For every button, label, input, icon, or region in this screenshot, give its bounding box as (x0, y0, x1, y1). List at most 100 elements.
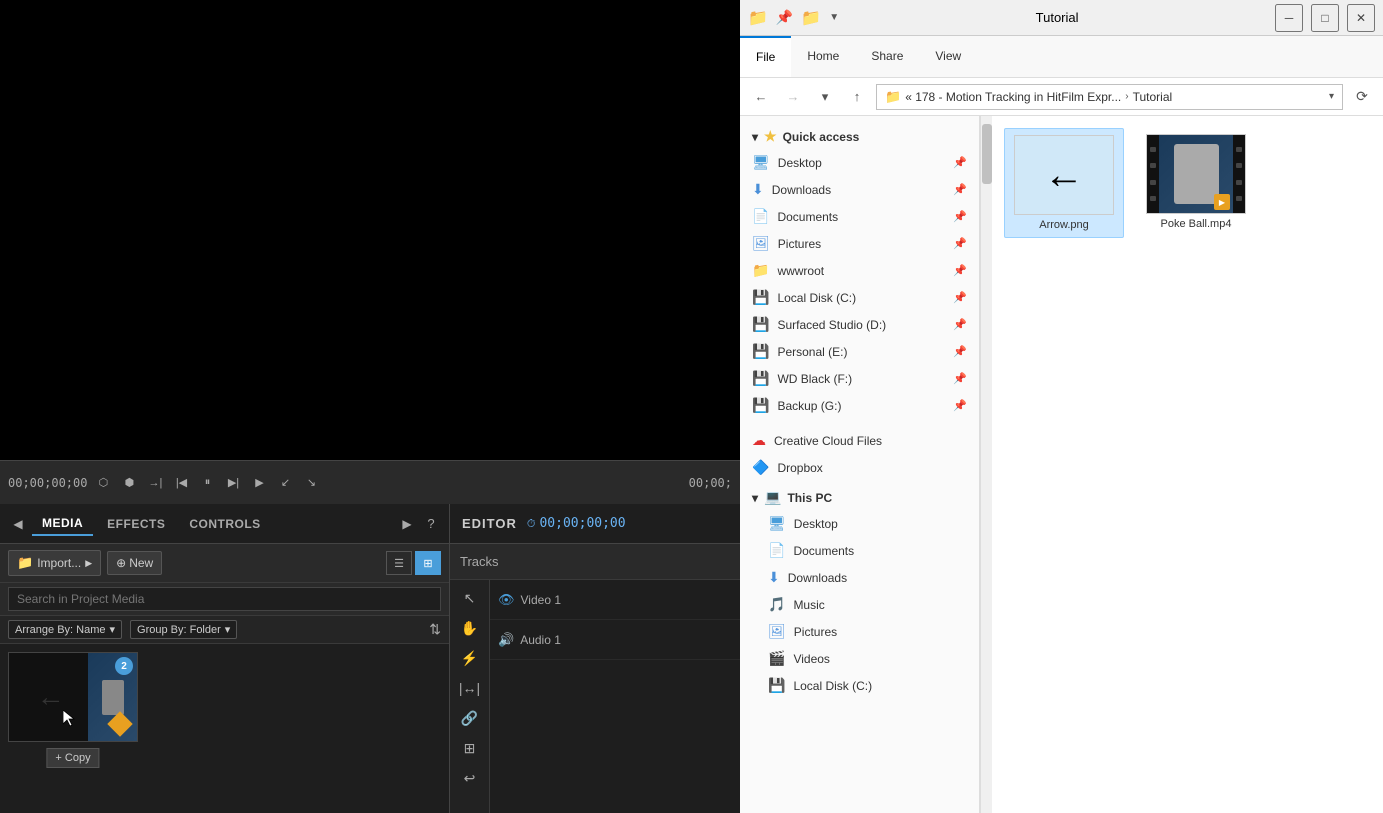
up-button[interactable]: ↑ (844, 84, 870, 110)
next-frame-btn[interactable]: ▶| (223, 473, 243, 493)
media-content: ← 2 (0, 644, 449, 813)
mute-btn[interactable]: ↩ (456, 764, 484, 792)
wwwroot-icon: 📁 (752, 262, 769, 279)
trim-in-btn[interactable]: ⬡ (93, 473, 113, 493)
mark-out-btn[interactable]: ↘ (301, 473, 321, 493)
this-pc-local-label: Local Disk (C:) (793, 679, 872, 693)
ribbon-tab-file[interactable]: File (740, 36, 791, 77)
poke-ball-preview: ▶ (1147, 135, 1245, 213)
thumb-arrow-icon: ← (37, 681, 65, 713)
sidebar-item-dropbox[interactable]: 🔷 Dropbox (740, 454, 979, 481)
film-strip-right (1233, 135, 1245, 213)
sidebar-this-pc-pictures[interactable]: 🖼 Pictures (740, 618, 979, 645)
stop-btn[interactable]: ⏸ (197, 473, 217, 493)
surfaced-studio-label: Surfaced Studio (D:) (777, 318, 886, 332)
local-disk-label: Local Disk (C:) (777, 291, 856, 305)
ribbon-tab-share[interactable]: Share (855, 36, 919, 77)
sidebar-item-creative-cloud[interactable]: ☁ Creative Cloud Files (740, 427, 979, 454)
ribbon-tab-home[interactable]: Home (791, 36, 855, 77)
this-pc-docs-label: Documents (793, 544, 854, 558)
editor-panel: EDITOR ⏱ 00;00;00;00 Tracks ↖ ✋ ⚡ |↔| 🔗 … (450, 504, 740, 813)
sidebar-this-pc-local[interactable]: 💾 Local Disk (C:) (740, 672, 979, 699)
video1-eye-icon[interactable]: 👁 (498, 592, 515, 608)
sidebar-item-pictures[interactable]: 🖼 Pictures 📌 (740, 230, 979, 257)
backup-icon: 💾 (752, 397, 769, 414)
local-disk-icon: 💾 (752, 289, 769, 306)
grid-view-btn[interactable]: ⊞ (415, 551, 441, 575)
dropdown-nav-btn[interactable]: ▾ (812, 84, 838, 110)
close-button[interactable]: ✕ (1347, 4, 1375, 32)
trim-out-btn[interactable]: ⬢ (119, 473, 139, 493)
sidebar-this-pc-downloads[interactable]: ⬇ Downloads (740, 564, 979, 591)
sidebar-item-wwwroot[interactable]: 📁 wwwroot 📌 (740, 257, 979, 284)
timecode-display: ⏱ 00;00;00;00 (527, 516, 626, 531)
view-buttons: ☰ ⊞ (386, 551, 441, 575)
sidebar-this-pc-videos[interactable]: 🎬 Videos (740, 645, 979, 672)
sidebar-item-wd-black[interactable]: 💾 WD Black (F:) 📌 (740, 365, 979, 392)
audio1-speaker-icon[interactable]: 🔊 (498, 632, 514, 648)
folder-icon: 📁 (17, 555, 33, 571)
media-thumb-item[interactable]: ← 2 (8, 652, 138, 744)
media-thumb[interactable]: ← 2 (8, 652, 138, 742)
editor-tracks-area: 👁 Video 1 🔊 Audio 1 (490, 580, 740, 813)
file-item-arrow-png[interactable]: ← Arrow.png (1004, 128, 1124, 238)
file-item-poke-ball-mp4[interactable]: ▶ Poke Ball.mp4 (1136, 128, 1256, 238)
quick-access-header[interactable]: ▾ ★ Quick access (740, 120, 979, 149)
link-btn[interactable]: 🔗 (456, 704, 484, 732)
ribbon-tab-view[interactable]: View (919, 36, 977, 77)
maximize-button[interactable]: □ (1311, 4, 1339, 32)
sidebar-item-personal[interactable]: 💾 Personal (E:) 📌 (740, 338, 979, 365)
sidebar-item-desktop[interactable]: 🖥 Desktop 📌 (740, 149, 979, 176)
refresh-button[interactable]: ⟳ (1349, 84, 1375, 110)
tab-media[interactable]: MEDIA (32, 512, 93, 536)
help-btn[interactable]: ? (421, 514, 441, 534)
snap-btn[interactable]: |↔| (456, 674, 484, 702)
forward-button[interactable]: → (780, 84, 806, 110)
sidebar-item-documents[interactable]: 📄 Documents 📌 (740, 203, 979, 230)
sidebar-this-pc-music[interactable]: 🎵 Music (740, 591, 979, 618)
next-tab-btn[interactable]: ▶ (397, 514, 417, 534)
audio1-track: 🔊 Audio 1 (490, 620, 740, 660)
play-btn[interactable]: ▶ (249, 473, 269, 493)
sidebar-this-pc-desktop[interactable]: 🖥 Desktop (740, 510, 979, 537)
sidebar-item-downloads[interactable]: ⬇ Downloads 📌 (740, 176, 979, 203)
import-label: Import... (37, 556, 81, 570)
select-tool-btn[interactable]: ↖ (456, 584, 484, 612)
hand-tool-btn[interactable]: ✋ (456, 614, 484, 642)
arrange-bar: Arrange By: Name ▾ Group By: Folder ▾ ⇅ (0, 616, 449, 644)
this-pc-music-icon: 🎵 (768, 596, 785, 613)
arrow-png-thumb: ← (1014, 135, 1114, 215)
list-view-btn[interactable]: ☰ (386, 551, 412, 575)
group-chevron-icon: ▾ (225, 623, 231, 636)
editor-header: EDITOR ⏱ 00;00;00;00 (450, 504, 740, 544)
ripple-tool-btn[interactable]: ⚡ (456, 644, 484, 672)
tab-effects[interactable]: EFFECTS (97, 513, 175, 535)
insert-btn[interactable]: →| (145, 473, 165, 493)
prev-tab-btn[interactable]: ◀ (8, 514, 28, 534)
arrange-chevron-icon: ▾ (109, 623, 115, 636)
sort-button[interactable]: ⇅ (429, 621, 441, 638)
arrange-select[interactable]: Arrange By: Name ▾ (8, 620, 122, 639)
this-pc-header[interactable]: ▾ 💻 This PC (740, 481, 979, 510)
prev-frame-btn[interactable]: |◀ (171, 473, 191, 493)
sidebar-item-backup[interactable]: 💾 Backup (G:) 📌 (740, 392, 979, 419)
tab-controls[interactable]: CONTROLS (179, 513, 270, 535)
sidebar-item-local-disk[interactable]: 💾 Local Disk (C:) 📌 (740, 284, 979, 311)
group-select[interactable]: Group By: Folder ▾ (130, 620, 237, 639)
desktop-label: Desktop (778, 156, 822, 170)
timecode-right: 00;00; (689, 476, 732, 490)
new-button[interactable]: ⊕ New (107, 551, 162, 575)
sidebar-scrollbar[interactable] (980, 116, 992, 813)
media-tabs: ◀ MEDIA EFFECTS CONTROLS ▶ ? (0, 504, 449, 544)
import-button[interactable]: 📁 Import... ▶ (8, 550, 101, 576)
volume-btn[interactable]: ⊞ (456, 734, 484, 762)
sidebar-this-pc-documents[interactable]: 📄 Documents (740, 537, 979, 564)
back-button[interactable]: ← (748, 84, 774, 110)
sidebar-item-surfaced-studio[interactable]: 💾 Surfaced Studio (D:) 📌 (740, 311, 979, 338)
minimize-button[interactable]: ─ (1275, 4, 1303, 32)
mark-in-btn[interactable]: ↙ (275, 473, 295, 493)
search-input[interactable] (8, 587, 441, 611)
editor-toolbar-left: ↖ ✋ ⚡ |↔| 🔗 ⊞ ↩ (450, 580, 490, 813)
address-path[interactable]: 📁 « 178 - Motion Tracking in HitFilm Exp… (876, 84, 1343, 110)
media-panel: ◀ MEDIA EFFECTS CONTROLS ▶ ? 📁 Import...… (0, 504, 450, 813)
